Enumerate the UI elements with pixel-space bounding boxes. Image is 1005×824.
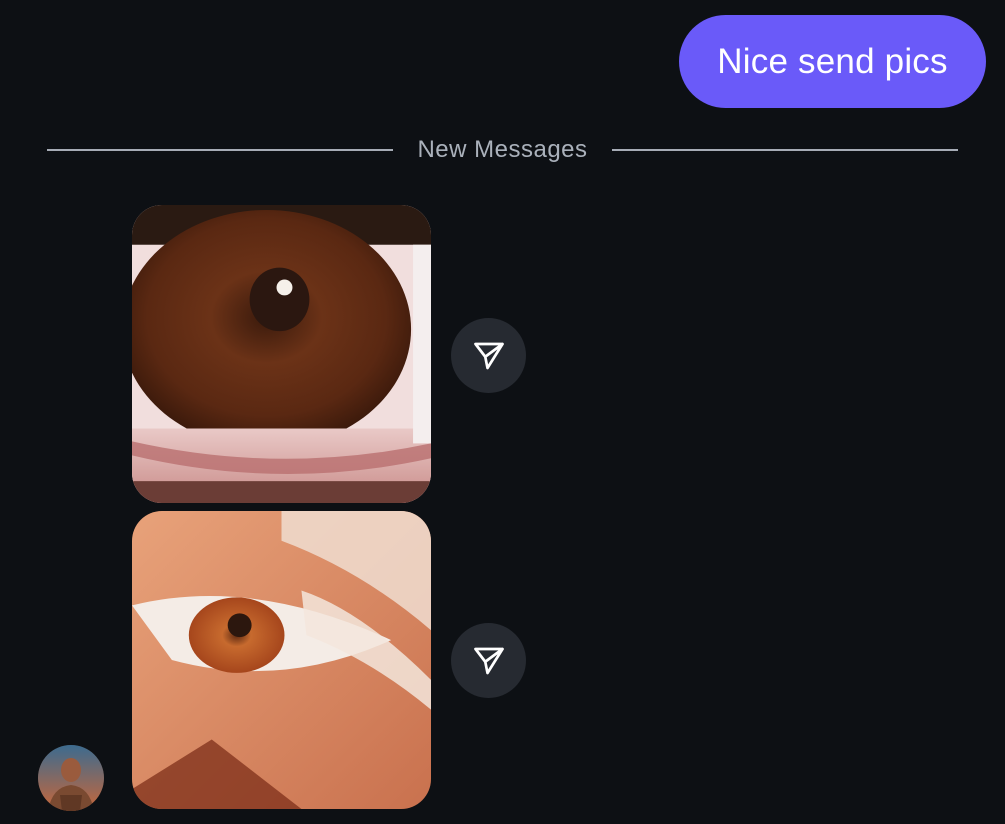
send-arrow-icon: [473, 647, 504, 674]
sent-message-text: Nice send pics: [717, 41, 948, 81]
received-image-eye-2[interactable]: [132, 511, 431, 809]
share-image-1-button[interactable]: [451, 318, 526, 393]
sent-message-bubble[interactable]: Nice send pics: [679, 15, 986, 108]
new-messages-label: New Messages: [417, 136, 588, 163]
new-messages-divider: New Messages: [47, 130, 958, 170]
send-arrow-icon: [473, 342, 504, 369]
sender-avatar[interactable]: [38, 745, 104, 811]
received-image-eye-1[interactable]: [132, 205, 431, 503]
share-image-2-button[interactable]: [451, 623, 526, 698]
divider-line-right: [611, 149, 958, 151]
divider-line-left: [47, 149, 394, 151]
